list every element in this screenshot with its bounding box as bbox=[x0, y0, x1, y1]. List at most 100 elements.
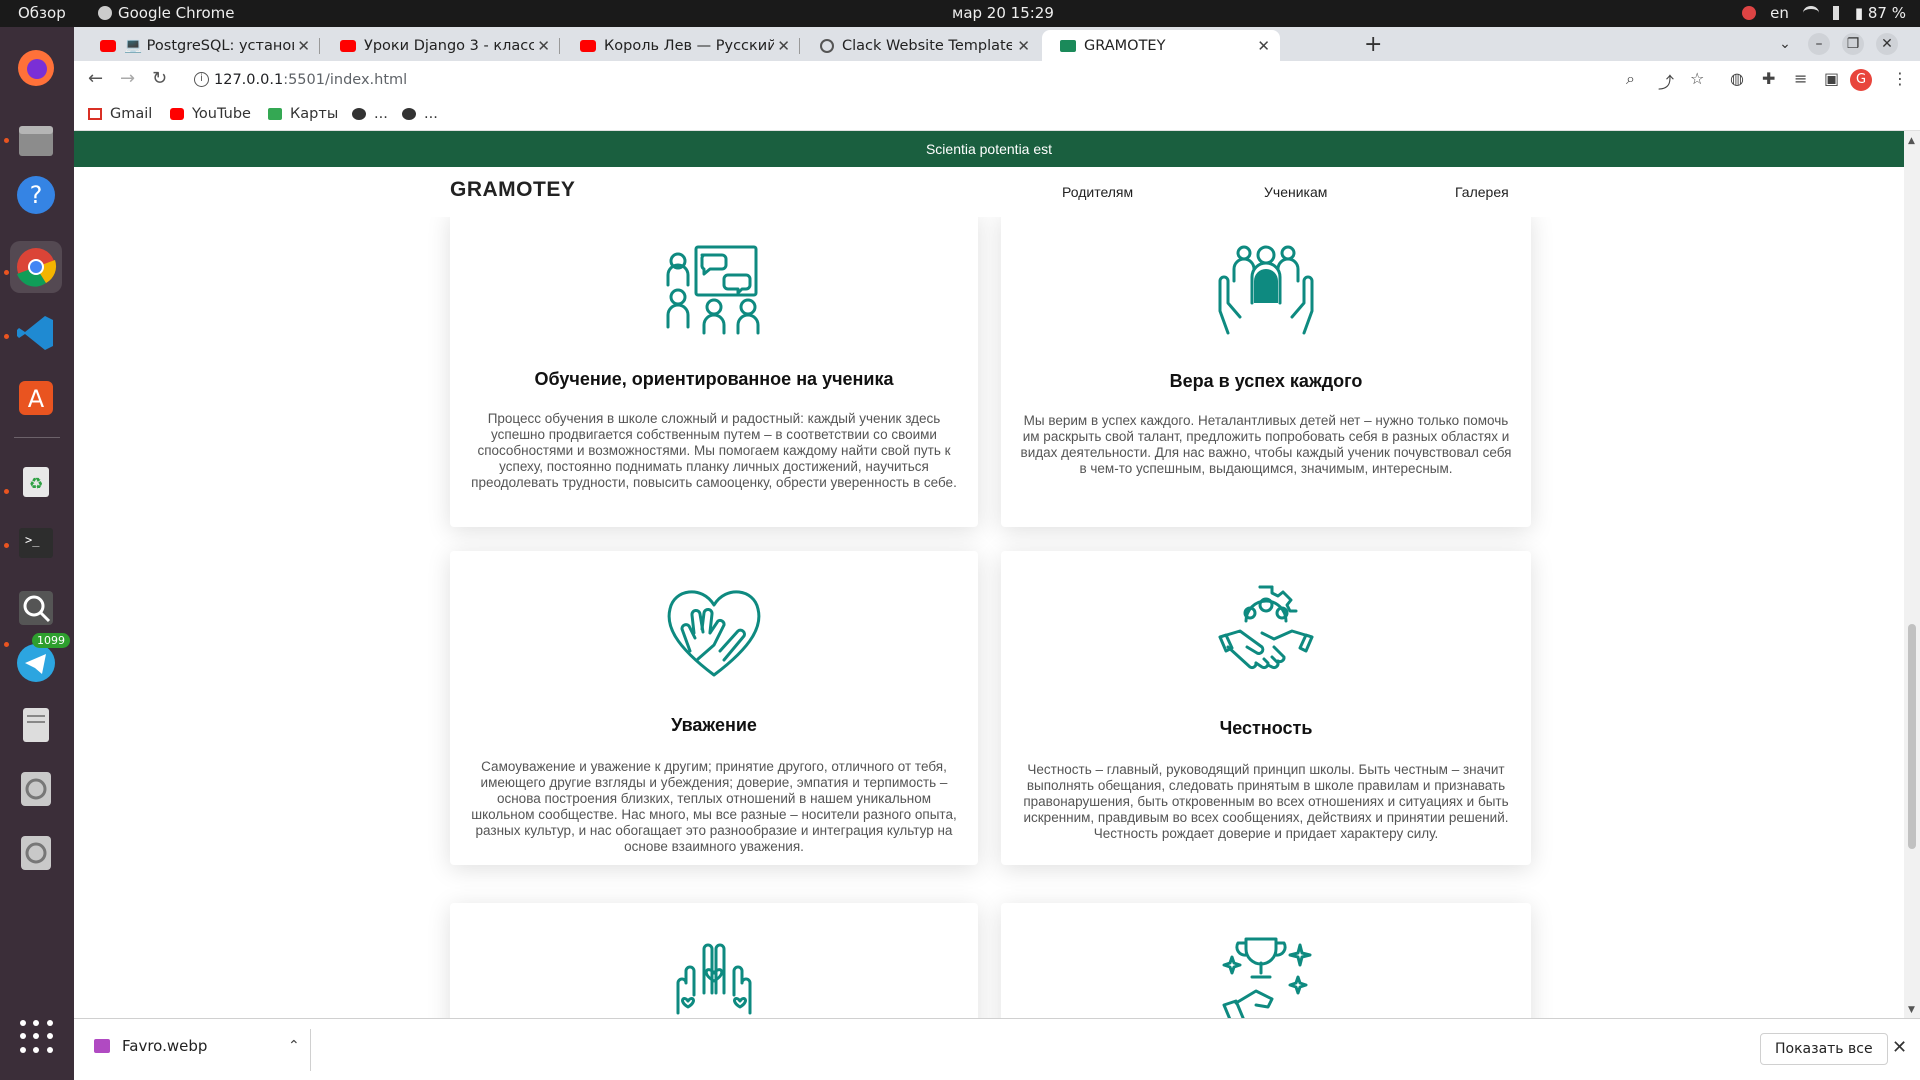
nav-gallery[interactable]: Галерея bbox=[1455, 184, 1509, 200]
forward-button[interactable]: → bbox=[120, 68, 135, 89]
battery-icon: ▮ bbox=[1854, 4, 1864, 22]
battery-indicator[interactable]: ▮ 87 % bbox=[1855, 4, 1906, 22]
scroll-up-arrow[interactable]: ▲ bbox=[1908, 136, 1915, 146]
chrome-icon[interactable] bbox=[10, 241, 62, 293]
tab-strip: 💻 PostgreSQL: установка ✕ Уроки Django 3… bbox=[74, 27, 1920, 61]
software-center-icon[interactable]: A bbox=[10, 372, 62, 424]
youtube-icon bbox=[100, 39, 116, 52]
tab-django[interactable]: Уроки Django 3 - классы ✕ bbox=[322, 30, 560, 61]
download-divider bbox=[310, 1029, 311, 1071]
tab-label: GRAMOTEY bbox=[1084, 37, 1166, 54]
firefox-icon[interactable] bbox=[10, 42, 62, 94]
vscode-icon[interactable] bbox=[10, 307, 62, 359]
extensions-icon[interactable]: ✚ bbox=[1762, 69, 1775, 88]
side-panel-icon[interactable]: ▣ bbox=[1824, 69, 1839, 88]
disk-icon[interactable] bbox=[10, 763, 62, 815]
close-tab-icon[interactable]: ✕ bbox=[777, 37, 790, 55]
svg-text:A: A bbox=[28, 385, 45, 413]
profile-avatar[interactable]: G bbox=[1850, 69, 1872, 91]
nav-parents[interactable]: Родителям bbox=[1062, 184, 1133, 200]
files-icon[interactable] bbox=[10, 115, 62, 167]
battery-percent: 87 % bbox=[1867, 4, 1906, 22]
bookmark-maps[interactable]: Карты bbox=[268, 106, 338, 122]
terminal-icon[interactable]: >_ bbox=[10, 517, 62, 569]
tab-gramotey[interactable]: GRAMOTEY ✕ bbox=[1042, 30, 1280, 61]
browser-toolbar: ← → ↻ i 127.0.0.1:5501/index.html ⌕ ⤴ ☆ … bbox=[74, 61, 1920, 99]
reading-list-icon[interactable]: ≡ bbox=[1794, 69, 1807, 88]
system-tray[interactable]: en ▮ 87 % bbox=[1742, 4, 1906, 22]
translate-extension-icon[interactable]: ◍ bbox=[1730, 69, 1744, 88]
disk-icon[interactable] bbox=[10, 827, 62, 879]
top-banner: Scientia potentia est bbox=[74, 131, 1904, 167]
value-card bbox=[450, 903, 978, 1018]
reload-button[interactable]: ↻ bbox=[152, 68, 167, 89]
tab-divider bbox=[319, 38, 320, 54]
close-tab-icon[interactable]: ✕ bbox=[1257, 37, 1270, 55]
bookmark-youtube[interactable]: YouTube bbox=[170, 106, 251, 122]
new-tab-button[interactable]: + bbox=[1364, 32, 1382, 57]
help-icon[interactable]: ? bbox=[10, 169, 62, 221]
bookmark-gmail[interactable]: Gmail bbox=[88, 106, 152, 122]
nav-students[interactable]: Ученикам bbox=[1264, 184, 1327, 200]
clock[interactable]: мар 20 15:29 bbox=[952, 4, 1054, 22]
activities-button[interactable]: Обзор bbox=[18, 4, 66, 22]
bookmark-star-icon[interactable]: ☆ bbox=[1690, 69, 1704, 88]
search-tool-icon[interactable] bbox=[10, 582, 62, 634]
download-bar: Favro.webp ⌃ Показать все ✕ bbox=[74, 1018, 1920, 1080]
back-button[interactable]: ← bbox=[88, 68, 103, 89]
share-icon[interactable]: ⤴ bbox=[1658, 69, 1674, 93]
tab-clack[interactable]: Clack Website Template ✕ bbox=[802, 30, 1040, 61]
site-favicon bbox=[1060, 39, 1076, 52]
page-viewport: Scientia potentia est GRAMOTEY Родителям… bbox=[74, 131, 1904, 1018]
card-text: Честность – главный, руководящий принцип… bbox=[1023, 762, 1509, 841]
value-card: Вера в успех каждого Мы верим в успех ка… bbox=[1001, 211, 1531, 527]
bookmark-item[interactable]: ... bbox=[352, 106, 388, 122]
trash-icon[interactable]: ♻ bbox=[10, 454, 62, 506]
site-logo[interactable]: GRAMOTEY bbox=[450, 178, 575, 202]
unread-badge: 1099 bbox=[32, 633, 70, 648]
page-scrollbar[interactable]: ▲ ▼ bbox=[1904, 131, 1920, 1018]
scroll-down-arrow[interactable]: ▼ bbox=[1908, 1005, 1915, 1015]
close-window-button[interactable]: ✕ bbox=[1876, 33, 1898, 55]
download-item[interactable]: Favro.webp ⌃ bbox=[94, 1037, 300, 1055]
close-tab-icon[interactable]: ✕ bbox=[297, 37, 310, 55]
heart-hands-icon bbox=[667, 590, 761, 677]
text-editor-icon[interactable] bbox=[10, 699, 62, 751]
chevron-up-icon[interactable]: ⌃ bbox=[288, 1038, 300, 1054]
tab-label: 💻 PostgreSQL: установка bbox=[124, 38, 294, 54]
volume-icon[interactable] bbox=[1832, 6, 1841, 20]
show-all-downloads-button[interactable]: Показать все bbox=[1760, 1033, 1888, 1065]
tab-lion-king[interactable]: Король Лев — Русский тр ✕ bbox=[562, 30, 800, 61]
bookmark-label: ... bbox=[374, 106, 388, 122]
tab-divider bbox=[799, 38, 800, 54]
close-tab-icon[interactable]: ✕ bbox=[537, 37, 550, 55]
url-host: 127.0.0.1 bbox=[214, 72, 284, 88]
close-download-bar-icon[interactable]: ✕ bbox=[1892, 1037, 1907, 1058]
keyboard-language[interactable]: en bbox=[1770, 4, 1789, 22]
bookmark-item[interactable]: ... bbox=[402, 106, 438, 122]
show-applications-icon[interactable] bbox=[20, 1020, 54, 1054]
address-bar[interactable]: i 127.0.0.1:5501/index.html bbox=[186, 64, 1666, 96]
tab-search-icon[interactable]: ⌄ bbox=[1774, 33, 1796, 55]
running-indicator bbox=[4, 543, 9, 548]
close-tab-icon[interactable]: ✕ bbox=[1017, 37, 1030, 55]
wifi-icon[interactable] bbox=[1802, 6, 1819, 20]
notification-icon[interactable] bbox=[1742, 6, 1757, 20]
telegram-icon[interactable]: 1099 bbox=[10, 633, 70, 689]
running-indicator bbox=[4, 138, 9, 143]
tab-divider bbox=[559, 38, 560, 54]
scrollbar-thumb[interactable] bbox=[1908, 624, 1916, 849]
handshake-gear-icon bbox=[1218, 585, 1314, 670]
active-app-menu[interactable]: Google Chrome bbox=[98, 4, 235, 22]
tab-postgresql[interactable]: 💻 PostgreSQL: установка ✕ bbox=[82, 30, 320, 61]
zoom-icon[interactable]: ⌕ bbox=[1626, 69, 1635, 89]
youtube-icon bbox=[340, 39, 356, 52]
bookmark-label: Gmail bbox=[110, 106, 153, 122]
value-card: Честность Честность – главный, руководящ… bbox=[1001, 551, 1531, 865]
site-info-icon[interactable]: i bbox=[194, 72, 209, 87]
maximize-button[interactable]: ❐ bbox=[1842, 33, 1864, 55]
menu-kebab-icon[interactable]: ⋮ bbox=[1892, 69, 1908, 88]
minimize-button[interactable]: – bbox=[1808, 33, 1830, 55]
bookmarks-bar: Gmail YouTube Карты ... ... bbox=[74, 99, 1920, 131]
youtube-icon bbox=[170, 108, 184, 120]
